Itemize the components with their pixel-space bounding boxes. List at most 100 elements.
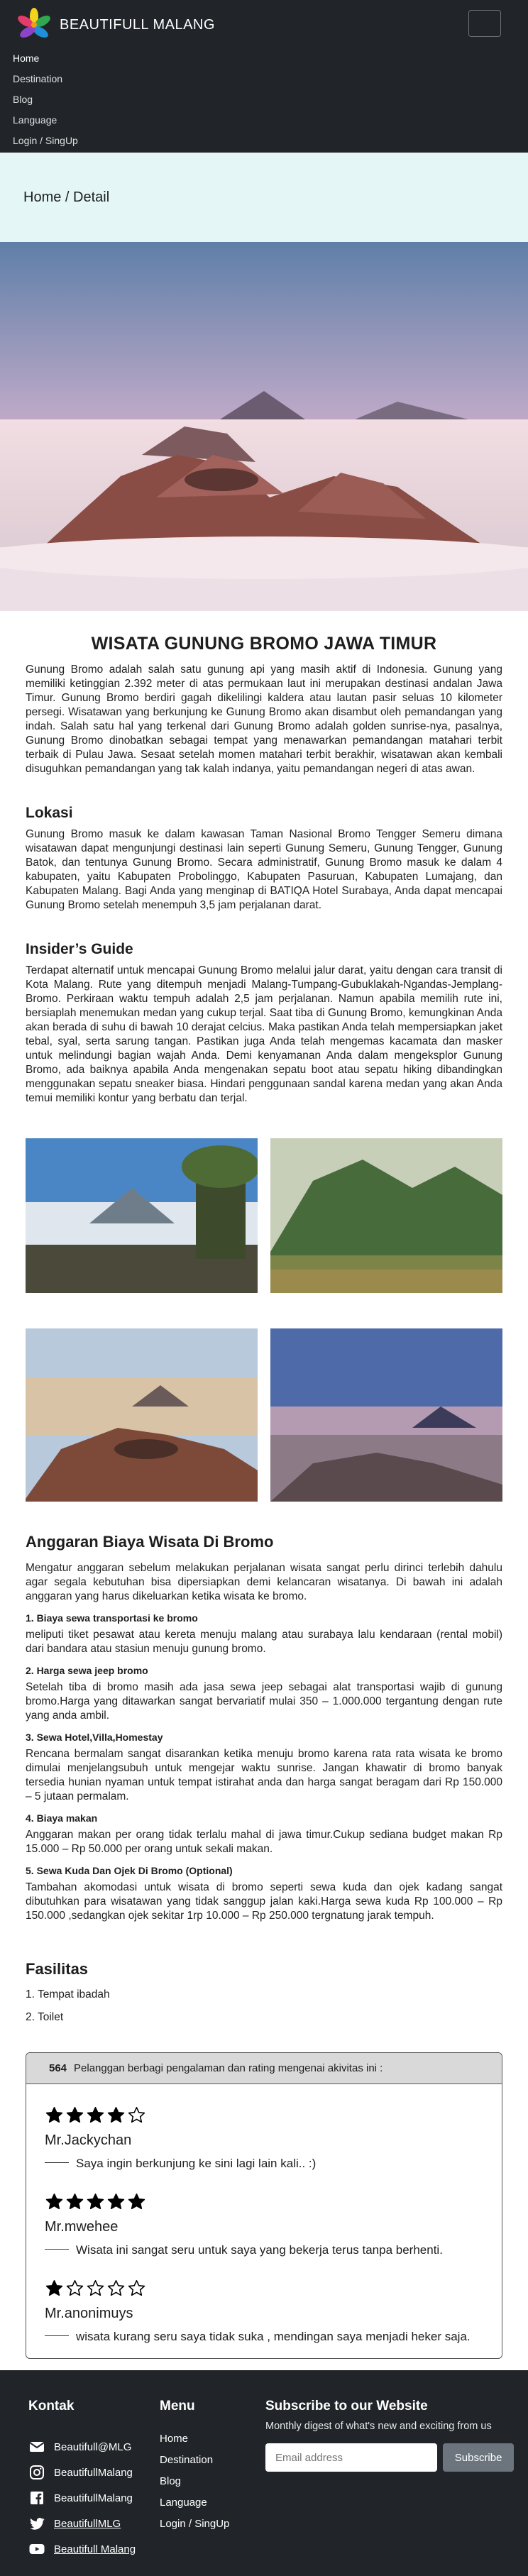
facilities-title: Fasilitas: [26, 1960, 89, 1978]
facebook-icon: [31, 2492, 43, 2504]
review-item: Mr.Jackychan Saya ingin berkunjung ke si…: [45, 2106, 480, 2171]
reviews-card: 564 Pelanggan berbagi pengalaman dan rat…: [26, 2052, 502, 2359]
budget-item-heading: 1. Biaya sewa transportasi ke bromo: [26, 1612, 198, 1624]
star-rating: [45, 2279, 480, 2300]
contact-youtube-text: Beautifull Malang: [54, 2543, 136, 2555]
budget-item-heading: 2. Harga sewa jeep bromo: [26, 1665, 148, 1676]
reviewer-name: Mr.Jackychan: [45, 2132, 132, 2148]
review-text: Wisata ini sangat seru untuk saya yang b…: [76, 2243, 443, 2257]
budget-list: 1. Biaya sewa transportasi ke bromo meli…: [26, 1612, 502, 1923]
reviews-header: 564 Pelanggan berbagi pengalaman dan rat…: [26, 2053, 502, 2084]
bromo-landscape-image: [0, 242, 528, 611]
reviews-header-text: Pelanggan berbagi pengalaman dan rating …: [74, 2062, 383, 2074]
bromo-photo-image: [26, 1138, 258, 1293]
star-rating: [45, 2192, 480, 2213]
budget-item-heading: 4. Biaya makan: [26, 1812, 98, 1824]
footer-link-destination[interactable]: Destination: [160, 2454, 229, 2475]
budget-item-heading: 5. Sewa Kuda Dan Ojek Di Bromo (Optional…: [26, 1865, 233, 1876]
footer-subscribe: Subscribe to our Website Monthly digest …: [265, 2399, 514, 2472]
quote-dash: [45, 2335, 69, 2336]
breadcrumb-text[interactable]: Home / Detail: [23, 189, 109, 206]
photo-gallery: [26, 1138, 502, 1502]
footer-link-login[interactable]: Login / SingUp: [160, 2518, 229, 2539]
star-filled-icon: [66, 2107, 84, 2123]
nav-item-language[interactable]: Language: [13, 110, 78, 131]
guide-text: Terdapat alternatif untuk mencapai Gunun…: [26, 964, 502, 1104]
star-filled-icon: [45, 2194, 63, 2210]
budget-item-text: Rencana bermalam sangat disarankan ketik…: [26, 1748, 502, 1802]
contact-email[interactable]: Beautifull@MLG: [28, 2434, 136, 2460]
article-intro: Gunung Bromo adalah salah satu gunung ap…: [26, 664, 502, 775]
star-empty-icon: [128, 2280, 145, 2296]
contact-instagram-text: BeautifullMalang: [54, 2466, 133, 2479]
email-input[interactable]: [265, 2443, 438, 2472]
star-empty-icon: [87, 2280, 104, 2296]
reviews-body: Mr.Jackychan Saya ingin berkunjung ke si…: [26, 2084, 502, 2358]
star-rating: [45, 2106, 480, 2127]
subscribe-title: Subscribe to our Website: [265, 2399, 428, 2413]
quote-dash: [45, 2249, 69, 2250]
star-empty-icon: [128, 2107, 145, 2123]
guide-title: Insider’s Guide: [26, 941, 133, 957]
budget-item: 2. Harga sewa jeep bromo Setelah tiba di…: [26, 1665, 502, 1723]
location-title: Lokasi: [26, 805, 73, 821]
review-item: Mr.anonimuys wisata kurang seru saya tid…: [45, 2279, 480, 2344]
budget-item-text: meliputi tiket pesawat atau kereta menuj…: [26, 1629, 502, 1655]
subscribe-description: Monthly digest of what's new and excitin…: [265, 2421, 492, 2432]
footer-link-home[interactable]: Home: [160, 2433, 229, 2454]
gallery-photo-1[interactable]: [26, 1138, 258, 1293]
reviewer-name: Mr.anonimuys: [45, 2306, 133, 2321]
gallery-photo-2[interactable]: [270, 1138, 502, 1293]
contact-twitter-text: BeautifullMLG: [54, 2517, 121, 2530]
footer-link-language[interactable]: Language: [160, 2497, 229, 2518]
star-filled-icon: [87, 2194, 104, 2210]
menu-toggle-button[interactable]: [468, 10, 501, 37]
budget-item-text: Setelah tiba di bromo masih ada jasa sew…: [26, 1681, 502, 1722]
star-filled-icon: [107, 2194, 125, 2210]
nav-item-destination[interactable]: Destination: [13, 69, 78, 89]
review-quote: Wisata ini sangat seru untuk saya yang b…: [45, 2242, 480, 2257]
review-text: Saya ingin berkunjung ke sini lagi lain …: [76, 2157, 317, 2170]
twilight-bromo-photo-image: [270, 1328, 502, 1502]
mail-icon: [29, 2442, 45, 2452]
navbar: BEAUTIFULL MALANG Home Destination Blog …: [0, 0, 528, 153]
contact-twitter[interactable]: BeautifullMLG: [28, 2511, 136, 2536]
facility-item: 2. Toilet: [26, 2011, 64, 2023]
contact-instagram[interactable]: BeautifullMalang: [28, 2460, 136, 2485]
budget-item-text: Anggaran makan per orang tidak terlalu m…: [26, 1829, 502, 1855]
sunrise-bromo-photo-image: [26, 1328, 258, 1502]
nav-item-home[interactable]: Home: [13, 48, 78, 69]
brand[interactable]: BEAUTIFULL MALANG: [16, 7, 215, 43]
nav-item-blog[interactable]: Blog: [13, 89, 78, 110]
star-filled-icon: [66, 2194, 84, 2210]
reviewer-name: Mr.mwehee: [45, 2219, 119, 2235]
review-item: Mr.mwehee Wisata ini sangat seru untuk s…: [45, 2192, 480, 2257]
gallery-photo-4[interactable]: [270, 1328, 502, 1502]
budget-item: 3. Sewa Hotel,Villa,Homestay Rencana ber…: [26, 1732, 502, 1804]
hero-image: [0, 242, 528, 611]
footer-contact: Kontak Beautifull@MLG BeautifullMalang B…: [28, 2399, 136, 2562]
nav-list: Home Destination Blog Language Login / S…: [13, 48, 78, 151]
location-text: Gunung Bromo masuk ke dalam kawasan Tama…: [26, 828, 502, 911]
footer: Kontak Beautifull@MLG BeautifullMalang B…: [0, 2370, 528, 2576]
nav-item-login[interactable]: Login / SingUp: [13, 131, 78, 151]
subscribe-form: Subscribe: [265, 2443, 514, 2472]
facility-item: 1. Tempat ibadah: [26, 1988, 110, 2000]
contact-facebook[interactable]: BeautifullMalang: [28, 2485, 136, 2511]
contact-youtube[interactable]: Beautifull Malang: [28, 2536, 136, 2562]
budget-item-heading: 3. Sewa Hotel,Villa,Homestay: [26, 1732, 163, 1743]
contact-title: Kontak: [28, 2399, 75, 2413]
star-filled-icon: [45, 2280, 63, 2296]
review-text: wisata kurang seru saya tidak suka , men…: [76, 2330, 471, 2343]
article: WISATA GUNUNG BROMO JAWA TIMUR Gunung Br…: [0, 634, 528, 2034]
footer-link-blog[interactable]: Blog: [160, 2475, 229, 2497]
gallery-photo-3[interactable]: [26, 1328, 258, 1502]
budget-item: 4. Biaya makan Anggaran makan per orang …: [26, 1812, 502, 1856]
star-empty-icon: [66, 2280, 84, 2296]
article-title: WISATA GUNUNG BROMO JAWA TIMUR: [91, 634, 437, 654]
review-count: 564: [49, 2062, 67, 2074]
contact-email-text: Beautifull@MLG: [54, 2440, 132, 2453]
budget-item: 5. Sewa Kuda Dan Ojek Di Bromo (Optional…: [26, 1865, 502, 1923]
brand-name: BEAUTIFULL MALANG: [60, 16, 215, 33]
subscribe-button[interactable]: Subscribe: [443, 2443, 514, 2472]
